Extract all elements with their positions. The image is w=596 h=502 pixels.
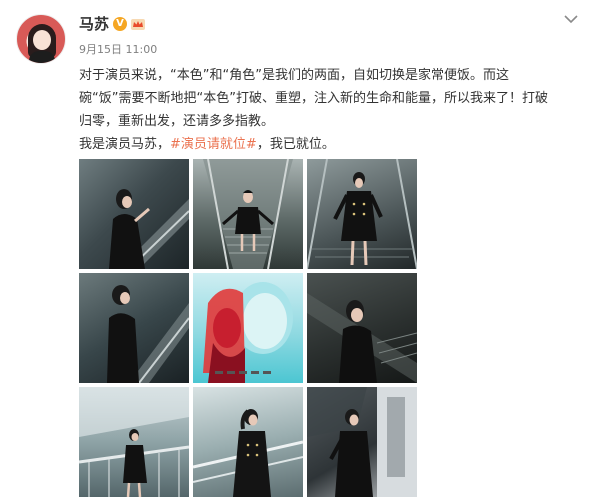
photo-profile-escalator-icon [107,285,189,383]
photo-thumbnail-6[interactable] [307,273,417,383]
photo-railing-icon [79,387,189,497]
photo-thumbnail-8[interactable] [193,387,303,497]
photo-escalator-standing-icon [307,159,417,269]
post-timestamp[interactable]: 9月15日 11:00 [79,42,157,58]
post-line-1: 对于演员来说，“本色”和“角色”是我们的两面，自如切换是家常便饭。而这 [79,68,509,83]
photo-escalator-leaning-icon [109,189,189,269]
photo-poster-red-cyan-icon [203,282,293,383]
avatar-body [29,51,55,63]
crown-icon[interactable] [130,16,146,32]
post-line-4: 我是演员马苏，#演员请就位#，我已就位。 [79,133,559,156]
photo-thumbnail-3[interactable] [307,159,417,269]
photo-thumbnail-2[interactable] [193,159,303,269]
photo-thumbnail-5[interactable] [193,273,303,383]
photo-ponytail-icon [193,409,303,497]
photo-thumbnail-4[interactable] [79,273,189,383]
chevron-down-icon[interactable] [562,12,580,26]
photo-dark-portrait-icon [307,293,417,383]
post-text: 对于演员来说，“本色”和“角色”是我们的两面，自如切换是家常便饭。而这 碗“饭”… [79,64,559,156]
avatar-face [33,30,51,50]
post-line-2: 碗“饭”需要不断地把“本色”打破、重塑，注入新的生命和能量，所以我来了！打破 [79,91,548,106]
avatar[interactable] [16,14,66,64]
weibo-post: 马苏 V 9月15日 11:00 对于演员来说，“本色”和“角色”是我们的两面，… [0,0,596,502]
post-line-4-suffix: ，我已就位。 [256,137,335,152]
hashtag-link[interactable]: #演员请就位# [170,137,257,152]
photo-escalator-center-icon [203,159,293,269]
author-name[interactable]: 马苏 [79,14,109,34]
verified-icon[interactable]: V [113,17,127,31]
photo-mall-icon [307,387,417,497]
post-line-4-prefix: 我是演员马苏， [79,137,171,152]
photo-thumbnail-1[interactable] [79,159,189,269]
post-line-3: 归零，重新出发，还请多多指教。 [79,114,275,129]
photo-thumbnail-7[interactable] [79,387,189,497]
photo-thumbnail-9[interactable] [307,387,417,497]
